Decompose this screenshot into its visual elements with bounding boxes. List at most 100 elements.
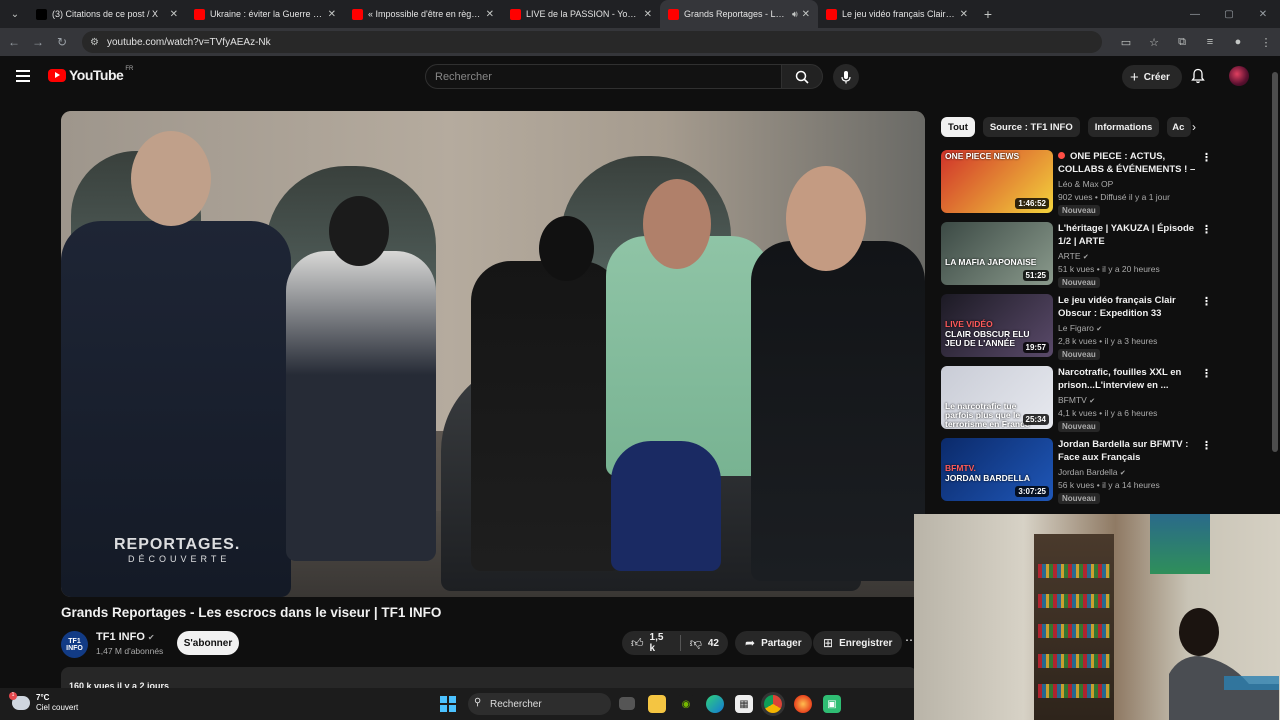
create-button[interactable]: + Créer: [1122, 65, 1182, 89]
notifications-button[interactable]: [1191, 68, 1205, 89]
store-icon[interactable]: ▦: [735, 695, 753, 713]
save-button[interactable]: ⊞ Enregistrer: [813, 631, 903, 655]
new-badge: Nouveau: [1058, 349, 1100, 360]
cast-icon[interactable]: ▭: [1112, 36, 1140, 49]
scrollbar-thumb[interactable]: [1272, 72, 1278, 452]
edge-icon[interactable]: [706, 695, 724, 713]
recommendation-item[interactable]: BFMTV. JORDAN BARDELLA 3:07:25 Jordan Barde…: [941, 438, 1216, 508]
recommendation-title[interactable]: Jordan Bardella sur BFMTV : Face aux Fra…: [1058, 438, 1198, 464]
new-tab-button[interactable]: +: [976, 6, 1000, 22]
profile-icon[interactable]: ●: [1224, 36, 1252, 48]
voice-search-button[interactable]: [833, 64, 859, 90]
search-button[interactable]: [781, 64, 823, 89]
more-options-icon[interactable]: ⋮: [1201, 439, 1212, 452]
recommendation-item[interactable]: LA MAFIA JAPONAISE 51:25 L'héritage | YAKU…: [941, 222, 1216, 292]
minimize-icon[interactable]: —: [1178, 9, 1212, 20]
share-button[interactable]: ➦ Partager: [735, 631, 812, 655]
recommendation-title[interactable]: L'héritage | YAKUZA | Épisode 1/2 | ARTE: [1058, 222, 1198, 248]
video-thumbnail[interactable]: ONE PIECE NEWS 1:46:52: [941, 150, 1053, 213]
browser-tab[interactable]: Le jeu vidéo français Clair Obsc ✕: [818, 0, 976, 28]
subscribe-button[interactable]: S'abonner: [177, 631, 239, 655]
app-icon[interactable]: ▣: [823, 695, 841, 713]
reload-icon[interactable]: ↻: [50, 35, 74, 49]
menu-icon[interactable]: [16, 70, 30, 82]
like-button[interactable]: 👍︎ 1,5 k: [622, 631, 680, 655]
filter-chip[interactable]: Informations: [1087, 117, 1160, 137]
windows-start-icon[interactable]: [440, 696, 456, 712]
recommendation-item[interactable]: LIVE VIDÉO CLAIR OBSCUR ELU JEU DE L'ANNÉ…: [941, 294, 1216, 364]
filter-chip[interactable]: Tout: [941, 117, 975, 137]
address-bar[interactable]: ⚙ youtube.com/watch?v=TVfyAEAz-Nk: [82, 31, 1102, 53]
recommendation-title[interactable]: ONE PIECE : ACTUS, COLLABS & ÉVÉNEMENTS …: [1058, 150, 1198, 176]
weather-badge: 1: [9, 692, 17, 700]
channel-avatar[interactable]: TF1 INFO: [61, 631, 88, 658]
channel-text: Le Figaro: [1058, 323, 1094, 333]
thumbnail-caption: Le narcotrafic tue parfois plus que le t…: [945, 401, 1030, 429]
site-info-icon[interactable]: ⚙: [90, 37, 99, 48]
close-tab-icon[interactable]: ✕: [960, 9, 968, 20]
video-thumbnail[interactable]: Le narcotrafic tue parfois plus que le t…: [941, 366, 1053, 429]
nvidia-icon[interactable]: ◉: [677, 695, 695, 713]
browser-tab[interactable]: Grands Reportages - Les es 🔊︎ ✕: [660, 0, 818, 28]
video-frame-person-head: [539, 216, 594, 281]
close-window-icon[interactable]: ✕: [1246, 9, 1280, 20]
recommendation-channel[interactable]: Léo & Max OP: [1058, 179, 1113, 189]
browser-tab[interactable]: Ukraine : éviter la Guerre mondi ✕: [186, 0, 344, 28]
recommendation-title[interactable]: Le jeu vidéo français Clair Obscur : Exp…: [1058, 294, 1198, 320]
video-duration: 51:25: [1022, 270, 1049, 281]
thumbs-down-icon: 👎︎: [689, 635, 702, 650]
youtube-logo-icon: [510, 8, 521, 20]
channel-name[interactable]: TF1 INFO ✔: [96, 631, 155, 643]
youtube-logo[interactable]: YouTube FR: [48, 66, 133, 83]
webcam-streamer: [1169, 608, 1279, 720]
recommendation-channel[interactable]: BFMTV ✔: [1058, 395, 1095, 405]
browser-tab[interactable]: LIVE de la PASSION - YouTube ✕: [502, 0, 660, 28]
chrome-icon[interactable]: [764, 695, 782, 713]
reading-list-icon[interactable]: ≡: [1196, 36, 1224, 48]
extensions-icon[interactable]: ⧉: [1168, 36, 1196, 49]
close-tab-icon[interactable]: ✕: [328, 9, 336, 20]
forward-icon[interactable]: →: [26, 35, 50, 49]
task-view-icon[interactable]: [619, 697, 635, 710]
video-player[interactable]: REPORTAGES. DÉCOUVERTE: [61, 111, 925, 597]
subscriber-count: 1,47 M d'abonnés: [96, 646, 164, 656]
taskbar-search[interactable]: ⚲ Rechercher: [468, 693, 611, 715]
tab-search-icon[interactable]: ⌄: [2, 4, 28, 24]
file-explorer-icon[interactable]: [648, 695, 666, 713]
account-avatar[interactable]: [1229, 66, 1249, 86]
recommendation-item[interactable]: ONE PIECE NEWS 1:46:52 ONE PIECE : ACTUS, …: [941, 150, 1216, 220]
filter-chip[interactable]: Source : TF1 INFO: [982, 117, 1080, 137]
bookmark-star-icon[interactable]: ☆: [1140, 36, 1168, 49]
thumbnail-caption: JORDAN BARDELLA: [945, 473, 1030, 483]
more-options-icon[interactable]: ⋮: [1201, 223, 1212, 236]
video-thumbnail[interactable]: BFMTV. JORDAN BARDELLA 3:07:25: [941, 438, 1053, 501]
browser-menu-icon[interactable]: ⋮: [1252, 36, 1280, 49]
recommendation-title[interactable]: Narcotrafic, fouilles XXL en prison...L'…: [1058, 366, 1198, 392]
back-icon[interactable]: ←: [2, 35, 26, 49]
more-options-icon[interactable]: ⋮: [1201, 151, 1212, 164]
browser-tab[interactable]: « Impossible d'être en règle ! » ✕: [344, 0, 502, 28]
more-options-icon[interactable]: ⋮: [1201, 295, 1212, 308]
video-thumbnail[interactable]: LIVE VIDÉO CLAIR OBSCUR ELU JEU DE L'ANNÉ…: [941, 294, 1053, 357]
close-tab-icon[interactable]: ✕: [486, 9, 494, 20]
weather-widget[interactable]: 1 7°C Ciel couvert: [9, 692, 78, 713]
maximize-icon[interactable]: ▢: [1212, 9, 1246, 20]
browser-tab[interactable]: (3) Citations de ce post / X ✕: [28, 0, 186, 28]
close-tab-icon[interactable]: ✕: [170, 9, 178, 20]
recommendation-channel[interactable]: ARTE ✔: [1058, 251, 1089, 261]
recommendation-channel[interactable]: Le Figaro ✔: [1058, 323, 1102, 333]
speaker-icon[interactable]: 🔊︎: [792, 9, 798, 20]
firefox-icon[interactable]: [794, 695, 812, 713]
more-options-icon[interactable]: ⋮: [1201, 367, 1212, 380]
tab-title: (3) Citations de ce post / X: [52, 9, 159, 19]
dislike-button[interactable]: 👎︎ 42: [681, 631, 728, 655]
recommendation-item[interactable]: Le narcotrafic tue parfois plus que le t…: [941, 366, 1216, 436]
close-tab-icon[interactable]: ✕: [644, 9, 652, 20]
chevron-right-icon[interactable]: ›: [1184, 117, 1204, 137]
recommendation-title-text: Le jeu vidéo français Clair Obscur : Exp…: [1058, 295, 1176, 319]
taskbar-search-label: Rechercher: [490, 698, 542, 710]
video-thumbnail[interactable]: LA MAFIA JAPONAISE 51:25: [941, 222, 1053, 285]
search-input[interactable]: Rechercher: [425, 64, 782, 89]
close-tab-icon[interactable]: ✕: [802, 9, 810, 20]
recommendation-channel[interactable]: Jordan Bardella ✔: [1058, 467, 1126, 477]
